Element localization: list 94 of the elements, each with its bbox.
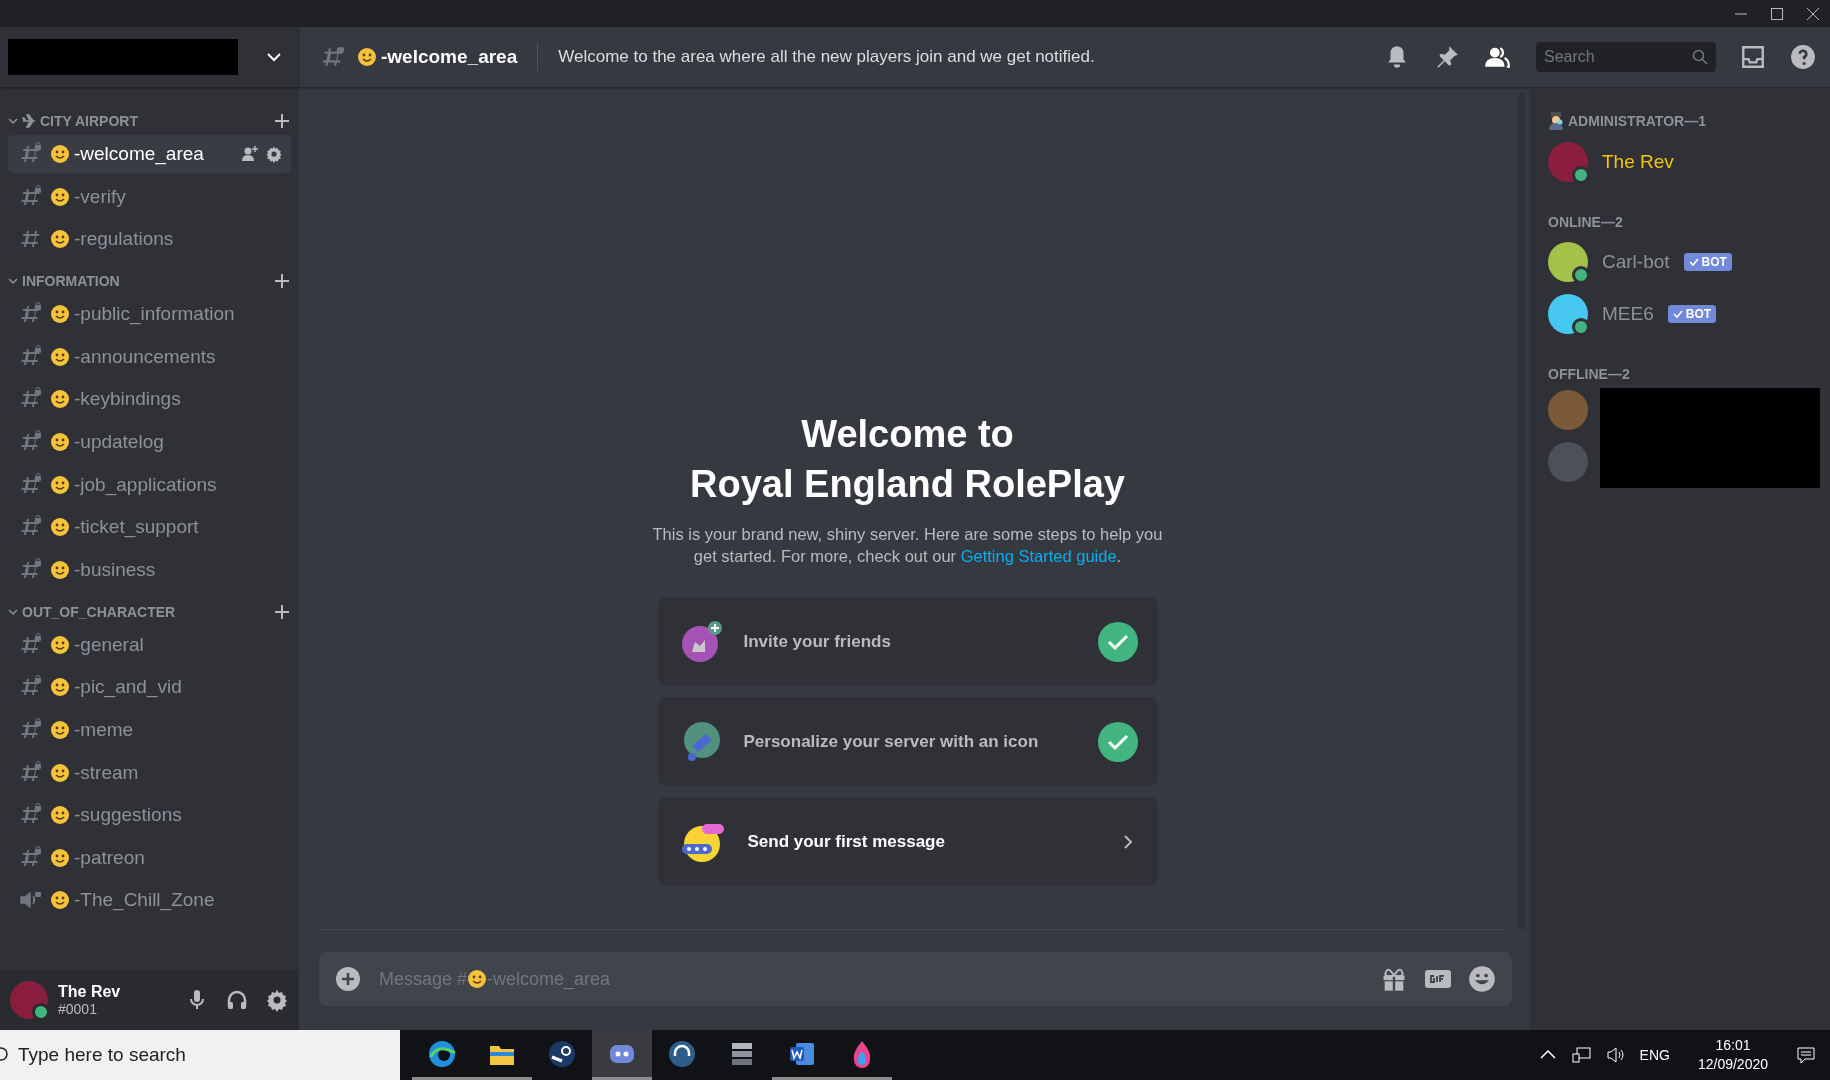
channel-item[interactable]: -keybindings	[8, 380, 291, 419]
step-label: Send your first message	[747, 831, 946, 852]
bot-badge: BOT	[1667, 305, 1717, 323]
channel-item[interactable]: -suggestions	[8, 796, 291, 835]
welcome-title: Welcome to	[801, 412, 1014, 457]
member-item[interactable]: MEE6 BOT	[1548, 288, 1830, 340]
username: The Rev	[58, 983, 122, 1001]
emoji-icon	[50, 346, 70, 367]
channel-title: -welcome_area	[381, 46, 518, 68]
emoji-icon	[50, 890, 70, 911]
channel-item[interactable]: -The_Chill_Zone	[8, 881, 291, 920]
search-icon[interactable]	[1692, 49, 1708, 65]
search-field[interactable]: Search	[1536, 42, 1716, 72]
inbox-icon[interactable]	[1740, 44, 1766, 70]
check-icon	[1688, 257, 1699, 267]
member-name: Carl-bot	[1602, 251, 1670, 273]
member-group-header: ONLINE—2	[1548, 214, 1623, 230]
browser-icon	[427, 1038, 457, 1069]
getting-started-link[interactable]: Getting Started guide	[960, 547, 1117, 565]
emoji-icon	[50, 431, 70, 452]
settings-icon[interactable]	[265, 988, 289, 1012]
emoji-icon	[357, 47, 377, 67]
channel-item[interactable]: -verify	[8, 177, 291, 216]
channel-item[interactable]: -public_information	[8, 295, 291, 334]
emoji-picker-icon[interactable]	[1468, 965, 1496, 993]
channel-topic: Welcome to the area where all the new players join and we get notified.	[558, 47, 1096, 67]
maximize-icon[interactable]	[1770, 6, 1784, 21]
member-item[interactable]: Carl-bot BOT	[1548, 236, 1830, 288]
server-name: Royal England RolePlay	[690, 462, 1125, 507]
add-attachment-icon[interactable]	[335, 966, 361, 992]
step-label: Invite your friends	[743, 631, 892, 652]
category-name[interactable]: OUT_OF_CHARACTER	[22, 603, 273, 620]
channel-item[interactable]: -patreon	[8, 838, 291, 877]
emoji-icon	[50, 517, 70, 538]
emoji-icon	[50, 389, 70, 410]
emoji-icon	[50, 805, 70, 826]
user-tag: #0001	[58, 1001, 169, 1017]
emoji-icon	[50, 144, 70, 164]
emoji-icon	[50, 762, 70, 783]
channel-item[interactable]: -regulations	[8, 220, 291, 259]
language-indicator[interactable]: ENG	[1639, 1047, 1670, 1063]
channel-item[interactable]: -general	[8, 625, 291, 664]
channel-item[interactable]: -stream	[8, 753, 291, 792]
airplane-icon	[22, 114, 36, 128]
channel-item[interactable]: -ticket_support	[8, 508, 291, 547]
plus-icon[interactable]	[273, 112, 291, 130]
taskbar-search-field[interactable]: Type here to search	[0, 1030, 400, 1080]
bot-badge: BOT	[1683, 253, 1732, 271]
close-icon[interactable]	[1806, 6, 1820, 21]
plus-icon[interactable]	[273, 272, 291, 291]
headphones-icon[interactable]	[225, 988, 249, 1012]
channel-item[interactable]: -updatelog	[8, 422, 291, 461]
plus-icon[interactable]	[273, 602, 291, 621]
volume-icon[interactable]	[1605, 1045, 1626, 1065]
headset-icon	[667, 1038, 697, 1069]
check-icon	[1672, 309, 1683, 319]
member-group-header: ADMINISTRATOR—1	[1568, 113, 1706, 129]
setup-step-card[interactable]: Send your first message	[657, 797, 1158, 886]
user-avatar[interactable]	[10, 981, 48, 1019]
member-name: The Rev	[1602, 151, 1674, 173]
settings-icon[interactable]	[265, 145, 283, 163]
category-name[interactable]: CITY AIRPORT	[40, 113, 273, 129]
emoji-icon	[50, 719, 70, 740]
emoji-icon	[50, 474, 70, 495]
category-name[interactable]: INFORMATION	[22, 273, 273, 290]
emoji-icon	[50, 634, 70, 655]
step-label: Personalize your server with an icon	[743, 731, 1040, 752]
invite-friends-icon	[679, 619, 724, 664]
setup-step-card[interactable]: Personalize your server with an icon	[657, 697, 1158, 786]
add-person-icon[interactable]	[241, 145, 259, 163]
emoji-icon	[50, 847, 70, 868]
clock-date: 12/09/2020	[1697, 1055, 1768, 1074]
channel-item[interactable]: -welcome_area	[8, 135, 291, 173]
setup-step-card[interactable]: Invite your friends	[657, 597, 1158, 686]
notification-icon[interactable]	[1796, 1045, 1816, 1065]
member-item[interactable]: The Rev	[1548, 136, 1830, 188]
emoji-icon	[467, 969, 488, 989]
channel-item[interactable]: -business	[8, 550, 291, 589]
welcome-text: This is your brand new, shiny server. Here are some steps to help you get started. For more, check out our Getting Started guide.	[652, 524, 1163, 567]
member-name: MEE6	[1602, 303, 1654, 325]
channel-item[interactable]: -job_applications	[8, 465, 291, 504]
detective-icon	[1548, 112, 1564, 130]
network-icon[interactable]	[1571, 1045, 1592, 1065]
help-icon[interactable]	[1790, 44, 1816, 70]
emoji-icon	[50, 559, 70, 580]
channel-item[interactable]: -announcements	[8, 337, 291, 376]
channel-item[interactable]: -meme	[8, 710, 291, 749]
emoji-icon	[50, 229, 70, 250]
member-group-header: OFFLINE—2	[1548, 366, 1630, 382]
clock-time: 16:01	[1715, 1036, 1751, 1055]
emoji-icon	[50, 186, 70, 207]
channel-item[interactable]: -pic_and_vid	[8, 668, 291, 707]
emoji-icon	[50, 677, 70, 698]
emoji-icon	[50, 304, 70, 325]
